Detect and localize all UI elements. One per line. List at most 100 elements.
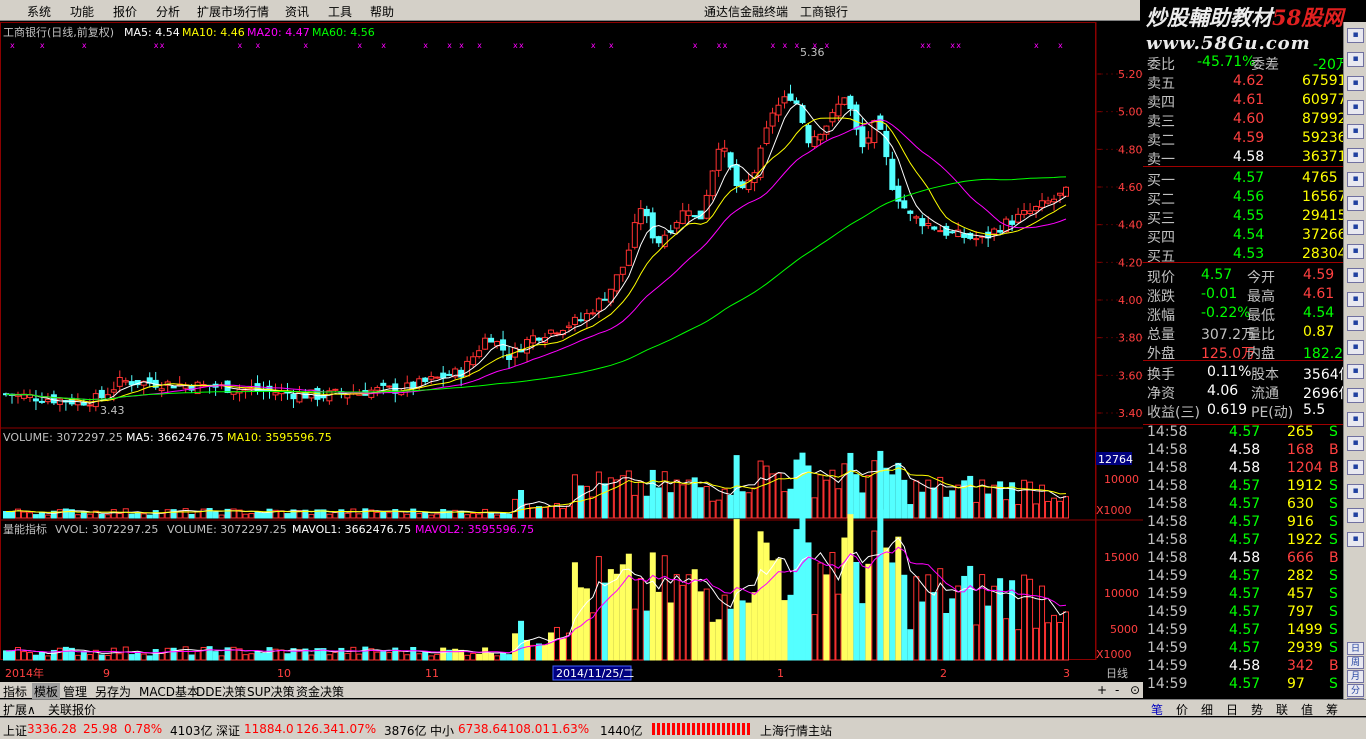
sell-volume: 36371 [1302,149,1347,165]
right-tab[interactable]: 势 [1251,701,1263,718]
vvol-bar [1009,580,1016,661]
toolbar-icon[interactable]: ▪ [1347,220,1364,235]
candle-body [535,337,542,341]
tab-macd[interactable]: MACD基本 [139,683,199,700]
vvol-bar [883,547,890,661]
candle-body [697,210,704,220]
vvol-bar [847,514,854,661]
tick-time: 14:59 [1147,676,1188,692]
buy-level-label: 买一 [1147,173,1175,189]
right-tabs: 笔价细日势联值筹 [1143,699,1366,718]
buy-price: 4.55 [1233,208,1265,224]
vvol-bar [8,650,15,661]
tab-dde[interactable]: DDE决策 [196,683,246,700]
right-tab[interactable]: 笔 [1151,701,1163,718]
event-marker: x [723,41,728,50]
chart-area[interactable]: xxxxxxxxxxxxxxxxxxxxxxxxxxxxxxxx 工商银行(日线… [0,22,1143,682]
toolbar-icon[interactable]: ▪ [1347,388,1364,403]
expand-button[interactable]: 扩展∧ [3,701,36,718]
menu-analysis[interactable]: 分析 [156,3,180,20]
tick-side: S [1329,532,1338,548]
buy-level-label: 买四 [1147,230,1175,246]
toolbar-icon[interactable]: ▪ [1347,508,1364,523]
menu-quote[interactable]: 报价 [113,3,137,20]
right-tab[interactable]: 日 [1226,701,1238,718]
toolbar-icon[interactable]: ▪ [1347,124,1364,139]
right-tab[interactable]: 联 [1276,701,1288,718]
stat-row: 现价 4.57 今开 4.59 [1147,267,1343,286]
candle-body [32,398,39,402]
zoom-in-button[interactable]: + [1097,683,1107,697]
volume-bar [170,509,177,519]
period-icon[interactable]: 周 [1347,656,1364,669]
vvol-bar [685,574,692,661]
volume-bar [434,513,441,519]
toolbar-icon[interactable]: ▪ [1347,292,1364,307]
tab-indicator[interactable]: 指标 [3,683,27,700]
vvol-bar [344,652,351,661]
toolbar-icon[interactable]: ▪ [1347,148,1364,163]
volume-bar [362,508,369,519]
stat2-label: 股本 [1251,367,1279,383]
tick-row: 14:58 4.58 168 B [1147,442,1343,461]
volume-bar [817,474,824,519]
toolbar-icon[interactable]: ▪ [1347,340,1364,355]
period-icon[interactable]: 日 [1347,642,1364,655]
menu-function[interactable]: 功能 [70,3,94,20]
menu-ext-market[interactable]: 扩展市场行情 [197,3,269,20]
period-icon[interactable]: 月 [1347,670,1364,683]
right-tab[interactable]: 价 [1176,701,1188,718]
tab-template[interactable]: 模板 [32,683,61,700]
vvol-bar [697,591,704,661]
event-marker: x [357,41,362,50]
vvol-bar [943,612,950,661]
toolbar-icon[interactable]: ▪ [1347,484,1364,499]
tab-save-as[interactable]: 另存为 [95,683,131,700]
toolbar-icon[interactable]: ▪ [1347,436,1364,451]
vvol-bar [20,651,27,661]
toolbar-icon[interactable]: ▪ [1347,316,1364,331]
price-tick-label: 3.60 [1118,369,1143,382]
menu-info[interactable]: 资讯 [285,3,309,20]
tab-funds[interactable]: 资金决策 [296,683,344,700]
menu-system[interactable]: 系统 [27,3,51,20]
wb-label: 委比 [1147,57,1175,73]
volume-bar [32,514,39,519]
vvol-bar [482,647,489,661]
toolbar-icon[interactable]: ▪ [1347,76,1364,91]
volume-bar [356,513,363,519]
toolbar-icon[interactable]: ▪ [1347,52,1364,67]
zoom-out-button[interactable]: - [1115,683,1119,697]
volume-bar [847,452,854,519]
xaxis-label-9: 9 [103,667,110,680]
right-tab[interactable]: 值 [1301,701,1313,718]
menu-help[interactable]: 帮助 [370,3,394,20]
right-tab[interactable]: 筹 [1326,701,1338,718]
candle-body [110,389,117,393]
vvol-bar [278,649,285,661]
toolbar-icon[interactable]: ▪ [1347,268,1364,283]
toolbar-icon[interactable]: ▪ [1347,100,1364,115]
toolbar-icon[interactable]: ▪ [1347,364,1364,379]
toolbar-icon[interactable]: ▪ [1347,28,1364,43]
options-icon[interactable]: ⊙ [1130,683,1140,697]
toolbar-icon[interactable]: ▪ [1347,460,1364,475]
toolbar-icon[interactable]: ▪ [1347,412,1364,427]
right-tab[interactable]: 细 [1201,701,1213,718]
menu-tools[interactable]: 工具 [328,3,352,20]
toolbar-icon[interactable]: ▪ [1347,172,1364,187]
toolbar-icon[interactable]: ▪ [1347,244,1364,259]
candle-body [685,210,692,216]
volume-bar [1057,500,1064,519]
toolbar-icon[interactable]: ▪ [1347,196,1364,211]
related-quote-button[interactable]: 关联报价 [48,701,96,718]
toolbar-icon[interactable]: ▪ [1347,532,1364,547]
vvol-bar [326,654,333,661]
tab-sup[interactable]: SUP决策 [247,683,295,700]
server-label[interactable]: 上海行情主站 [760,722,832,739]
period-icon[interactable]: 分 [1347,684,1364,697]
vvol-bar [470,652,477,661]
vol2-mavol2: MAVOL2: 3595596.75 [415,523,534,536]
sell-level-label: 卖五 [1147,76,1175,92]
tab-manage[interactable]: 管理 [63,683,87,700]
